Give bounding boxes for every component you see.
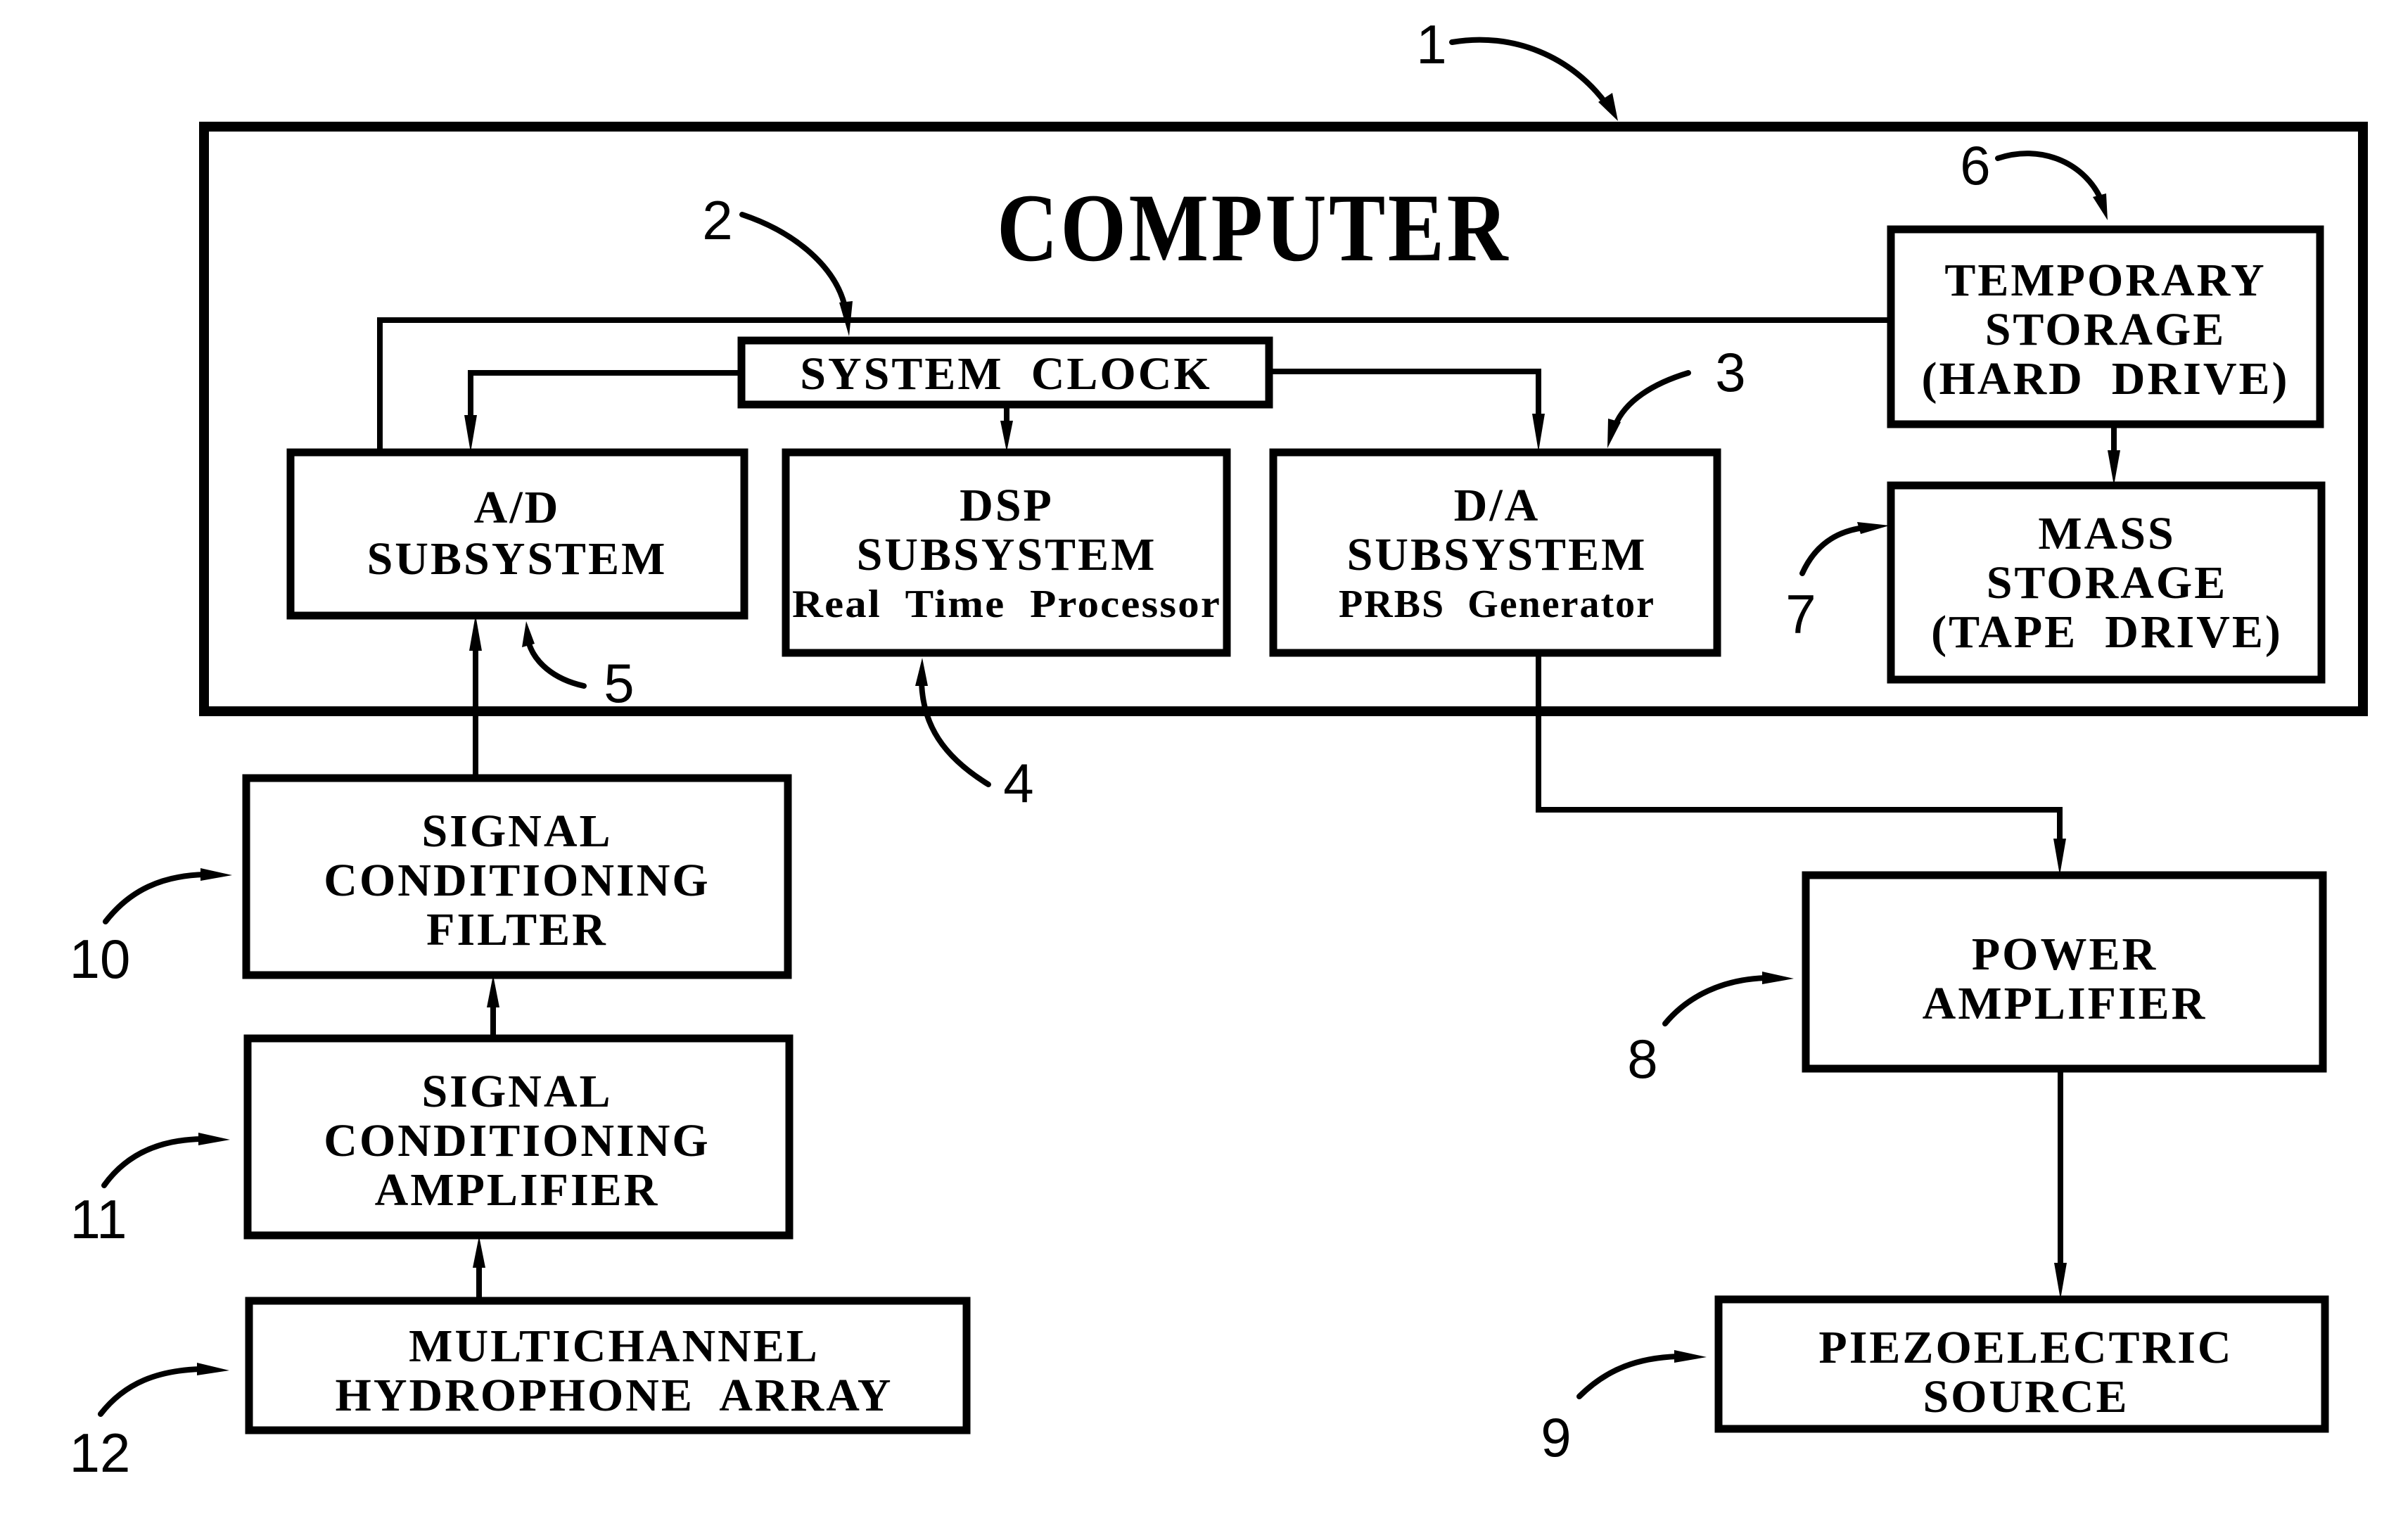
signal-conditioning-amplifier-block: SIGNAL CONDITIONING AMPLIFIER (243, 1034, 794, 1240)
leader-arrow-1 (1449, 37, 1610, 108)
ad-subsystem-label-line-2: SUBSYSTEM (367, 533, 668, 585)
leader-arrowhead-4 (915, 658, 928, 686)
leader-arrowhead-6 (2093, 193, 2108, 220)
temporary-storage-block: TEMPORARY STORAGE (HARD DRIVE) (1887, 225, 2324, 428)
system-clock-block: SYSTEM CLOCK (737, 336, 1273, 409)
arrowhead-filter-to-ad (469, 615, 482, 651)
ad-subsystem-label-line-1: A/D (474, 482, 561, 533)
power-amplifier-label-line-2: AMPLIFIER (1923, 978, 2207, 1029)
hydrophone-array-label-line-2: HYDROPHONE ARRAY (336, 1370, 893, 1421)
leader-arrowhead-9 (1674, 1350, 1707, 1363)
wire-clock-to-ad (468, 370, 741, 429)
arrowhead-power-amp-to-piezo (2054, 1263, 2067, 1299)
signal-conditioning-filter-label-line-3: FILTER (426, 904, 608, 955)
arrowhead-temp-to-mass (2108, 450, 2120, 485)
leader-arrowhead-5 (522, 621, 535, 647)
hydrophone-array-block: MULTICHANNEL HYDROPHONE ARRAY (245, 1297, 971, 1434)
ref-numeral-6: 6 (1960, 134, 1990, 196)
hydrophone-array-label-line-1: MULTICHANNEL (409, 1321, 820, 1372)
mass-storage-label-line-3: (TAPE DRIVE) (1931, 606, 2283, 658)
da-subsystem-label-line-1: D/A (1454, 480, 1541, 531)
dsp-subsystem-label-line-2: SUBSYSTEM (857, 529, 1157, 580)
leader-arrow-11 (101, 1136, 205, 1188)
ad-subsystem-block: A/D SUBSYSTEM (286, 448, 748, 620)
signal-conditioning-amplifier-label-line-3: AMPLIFIER (375, 1164, 660, 1216)
ref-numeral-3: 3 (1715, 341, 1745, 403)
ref-numeral-1: 1 (1416, 13, 1446, 75)
signal-conditioning-amplifier-label-line-2: CONDITIONING (324, 1115, 710, 1166)
leader-arrow-10 (103, 872, 207, 924)
leader-arrow-4 (919, 680, 991, 787)
system-clock-label: SYSTEM CLOCK (800, 348, 1211, 400)
leader-arrow-9 (1576, 1354, 1681, 1399)
signal-conditioning-filter-label-line-2: CONDITIONING (324, 855, 710, 906)
arrowhead-clock-to-ad (464, 415, 477, 452)
ref-numeral-9: 9 (1541, 1406, 1571, 1468)
leader-arrowhead-12 (197, 1363, 229, 1375)
dsp-subsystem-block: DSP SUBSYSTEM Real Time Processor (782, 448, 1231, 657)
leader-arrow-3 (1612, 370, 1691, 428)
temporary-storage-label-line-2: STORAGE (1985, 304, 2226, 355)
ref-numeral-7: 7 (1785, 583, 1816, 645)
mass-storage-block: MASS STORAGE (TAPE DRIVE) (1887, 481, 2326, 684)
arrowhead-clock-to-dsp (1000, 421, 1013, 452)
ref-numeral-11: 11 (70, 1188, 127, 1250)
dsp-subsystem-label-line-1: DSP (960, 480, 1054, 531)
mass-storage-label-line-2: STORAGE (1987, 557, 2228, 609)
arrowhead-hydrophone-to-amp (473, 1236, 485, 1268)
signal-conditioning-amplifier-label-line-1: SIGNAL (421, 1066, 612, 1117)
leader-arrowhead-10 (200, 868, 232, 881)
signal-conditioning-filter-label-line-1: SIGNAL (421, 806, 612, 857)
leader-arrow-8 (1662, 975, 1769, 1026)
da-subsystem-label-line-2: SUBSYSTEM (1347, 529, 1648, 580)
leader-arrow-12 (98, 1366, 203, 1417)
system-block-diagram: COMPUTER SYSTEM CLOCK A/D SUBSYSTEM DSP … (0, 0, 2396, 1540)
power-amplifier-label-line-1: POWER (1972, 929, 2158, 980)
leader-arrowhead-11 (198, 1133, 230, 1145)
temporary-storage-label-line-1: TEMPORARY (1944, 255, 2266, 306)
da-subsystem-sublabel: PRBS Generator (1339, 583, 1655, 626)
leader-arrow-7 (1799, 525, 1867, 576)
computer-title: COMPUTER (997, 174, 1510, 281)
power-amplifier-block: POWER AMPLIFIER (1802, 871, 2327, 1073)
ref-numeral-8: 8 (1627, 1028, 1657, 1090)
leader-arrowhead-8 (1762, 972, 1794, 984)
piezoelectric-source-block: PIEZOELECTRIC SOURCE (1714, 1295, 2329, 1433)
wire-clock-to-da (1269, 369, 1541, 429)
mass-storage-label-line-1: MASS (2038, 508, 2175, 559)
leader-arrowhead-3 (1607, 419, 1621, 448)
leader-arrow-5 (526, 641, 587, 689)
leader-arrowhead-7 (1857, 522, 1890, 534)
leader-arrow-2 (739, 212, 848, 312)
dsp-subsystem-sublabel: Real Time Processor (792, 583, 1221, 626)
temporary-storage-label-line-3: (HARD DRIVE) (1922, 353, 2290, 405)
signal-conditioning-filter-block: SIGNAL CONDITIONING FILTER (242, 774, 792, 979)
ref-numeral-10: 10 (70, 928, 131, 990)
ref-numeral-5: 5 (604, 652, 634, 714)
ref-numeral-2: 2 (702, 189, 732, 251)
ref-numeral-12: 12 (70, 1422, 131, 1484)
arrowhead-clock-to-da (1532, 414, 1545, 452)
leader-arrow-6 (1995, 151, 2103, 200)
da-subsystem-block: D/A SUBSYSTEM PRBS Generator (1269, 448, 1721, 657)
piezoelectric-source-label-line-1: PIEZOELECTRIC (1818, 1322, 2233, 1373)
ref-numeral-4: 4 (1003, 752, 1033, 814)
piezoelectric-source-label-line-2: SOURCE (1923, 1371, 2129, 1423)
arrowhead-da-to-power-amp (2053, 839, 2066, 875)
arrowhead-amp-to-filter (487, 975, 499, 1007)
